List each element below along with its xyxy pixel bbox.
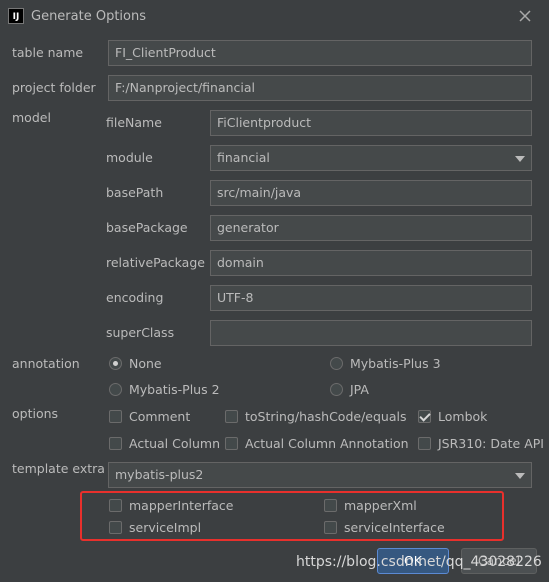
annotation-mybatis-plus-2-radio[interactable] xyxy=(109,383,122,396)
super-class-field[interactable] xyxy=(210,320,532,346)
tostring-hashcode-equals-label: toString/hashCode/equals xyxy=(245,409,407,424)
service-impl-checkbox[interactable] xyxy=(109,521,122,534)
base-package-label: basePackage xyxy=(106,220,188,235)
encoding-field[interactable]: UTF-8 xyxy=(210,285,532,311)
mapper-interface-checkbox[interactable] xyxy=(109,499,122,512)
actual-column-checkbox[interactable] xyxy=(109,437,122,450)
actual-column-annotation-label: Actual Column Annotation xyxy=(245,436,409,451)
service-interface-checkbox[interactable] xyxy=(324,521,337,534)
template-extra-label: template extra xyxy=(12,461,105,476)
relative-package-field[interactable]: domain xyxy=(210,250,532,276)
jsr310-date-api-checkbox[interactable] xyxy=(418,437,431,450)
intellij-app-icon: IJ xyxy=(8,8,24,24)
comment-checkbox-label: Comment xyxy=(129,409,191,424)
annotation-jpa-radio[interactable] xyxy=(330,383,343,396)
template-extra-select[interactable]: mybatis-plus2 xyxy=(108,462,532,488)
project-folder-label: project folder xyxy=(12,80,96,95)
actual-column-label: Actual Column xyxy=(129,436,221,451)
lombok-checkbox[interactable] xyxy=(418,410,431,423)
relative-package-label: relativePackage xyxy=(106,255,205,270)
encoding-label: encoding xyxy=(106,290,164,305)
watermark-text: https://blog.csdn.net/qq_43028226 xyxy=(296,554,542,570)
annotation-none-radio[interactable] xyxy=(109,357,122,370)
table-name-label: table name xyxy=(12,45,84,60)
module-select-value: financial xyxy=(217,150,270,165)
base-path-label: basePath xyxy=(106,185,164,200)
options-label: options xyxy=(12,406,59,421)
mapper-interface-label: mapperInterface xyxy=(129,498,234,513)
mapper-xml-checkbox[interactable] xyxy=(324,499,337,512)
service-interface-label: serviceInterface xyxy=(344,520,445,535)
annotation-jpa-label: JPA xyxy=(350,382,369,397)
tostring-hashcode-equals-checkbox[interactable] xyxy=(225,410,238,423)
annotation-label: annotation xyxy=(12,356,80,371)
table-name-field[interactable]: FI_ClientProduct xyxy=(108,40,532,66)
actual-column-annotation-checkbox[interactable] xyxy=(225,437,238,450)
close-icon[interactable] xyxy=(517,8,533,24)
chevron-down-icon xyxy=(515,473,525,479)
project-folder-field[interactable]: F:/Nanproject/financial xyxy=(108,75,532,101)
super-class-label: superClass xyxy=(106,325,175,340)
jsr310-date-api-label: JSR310: Date API xyxy=(438,436,544,451)
annotation-mybatis-plus-3-label: Mybatis-Plus 3 xyxy=(350,356,441,371)
module-select[interactable]: financial xyxy=(210,145,532,171)
comment-checkbox[interactable] xyxy=(109,410,122,423)
model-label: model xyxy=(12,110,51,125)
base-path-field[interactable]: src/main/java xyxy=(210,180,532,206)
module-label: module xyxy=(106,150,153,165)
annotation-mybatis-plus-2-label: Mybatis-Plus 2 xyxy=(129,382,220,397)
lombok-checkbox-label: Lombok xyxy=(438,409,488,424)
mapper-xml-label: mapperXml xyxy=(344,498,417,513)
file-name-field[interactable]: FiClientproduct xyxy=(210,110,532,136)
annotation-none-label: None xyxy=(129,356,162,371)
template-extra-select-value: mybatis-plus2 xyxy=(115,467,204,482)
chevron-down-icon xyxy=(515,156,525,162)
base-package-field[interactable]: generator xyxy=(210,215,532,241)
service-impl-label: serviceImpl xyxy=(129,520,202,535)
file-name-label: fileName xyxy=(106,115,162,130)
dialog-title: Generate Options xyxy=(31,9,147,24)
annotation-mybatis-plus-3-radio[interactable] xyxy=(330,357,343,370)
